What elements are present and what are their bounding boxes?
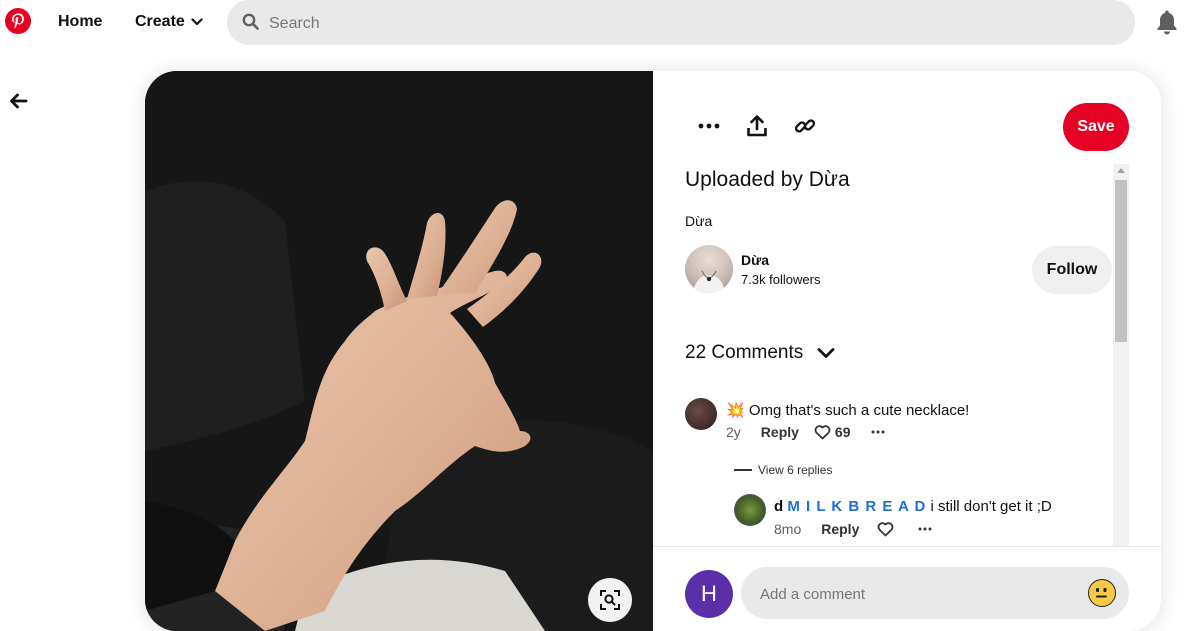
hand-photo-illustration	[145, 71, 653, 631]
scrollbar-thumb[interactable]	[1115, 180, 1127, 342]
search-icon	[242, 13, 259, 30]
view-replies-toggle[interactable]: View 6 replies	[734, 463, 832, 477]
creator-avatar[interactable]	[685, 245, 733, 293]
bell-icon[interactable]	[1155, 9, 1179, 35]
commenter-avatar[interactable]	[685, 398, 717, 430]
reply-text: d M I L K B R E A D i still don't get it…	[774, 498, 1052, 515]
comment-like-count: 69	[834, 424, 851, 440]
creator-followers: 7.3k followers	[741, 272, 821, 287]
comment-age: 2y	[726, 424, 741, 440]
reply-author-avatar[interactable]	[734, 494, 766, 526]
pin-image[interactable]	[145, 71, 653, 631]
pinterest-logo[interactable]	[5, 8, 31, 34]
link-icon	[794, 119, 816, 133]
pin-details-panel: Save Uploaded by Dừa Dừa Dừa 7.3k follow…	[653, 71, 1161, 631]
comment-text: 💥 Omg that's such a cute necklace!	[726, 401, 969, 419]
nav-create-menu[interactable]: Create	[135, 13, 203, 31]
heart-icon[interactable]	[814, 424, 831, 440]
comment-meta: 2y Reply 69	[726, 424, 885, 440]
reply-author-styled-name[interactable]: M I L K B R E A D	[787, 498, 926, 515]
more-options-button[interactable]	[694, 111, 724, 141]
nav-home-link[interactable]: Home	[58, 13, 102, 31]
ellipsis-icon[interactable]	[871, 430, 885, 434]
share-icon	[747, 115, 767, 137]
details-scrollbar[interactable]	[1113, 164, 1129, 546]
ellipsis-icon[interactable]	[918, 527, 932, 531]
reply-body: i still don't get it ;D	[930, 498, 1052, 515]
replies-divider-line	[734, 469, 752, 471]
visual-search-icon	[600, 590, 620, 610]
emoji-picker-button[interactable]	[1088, 579, 1116, 607]
reply-author-name[interactable]: d	[774, 498, 783, 515]
pinterest-p-icon	[12, 13, 24, 29]
copy-link-button[interactable]	[790, 111, 820, 141]
chevron-down-icon	[817, 348, 835, 358]
save-button[interactable]: Save	[1063, 103, 1129, 151]
current-user-avatar[interactable]: H	[685, 570, 733, 618]
pin-title: Uploaded by Dừa	[685, 168, 850, 191]
pin-closeup-card: Save Uploaded by Dừa Dừa Dừa 7.3k follow…	[145, 71, 1161, 631]
search-input[interactable]	[267, 0, 1111, 47]
comment-reply-button[interactable]: Reply	[761, 424, 799, 440]
creator-name[interactable]: Dừa	[741, 252, 769, 268]
comment-body: Omg that's such a cute necklace!	[748, 402, 970, 419]
creator-avatar-image	[693, 270, 725, 293]
explosion-emoji-icon: 💥	[726, 402, 745, 419]
comment-composer[interactable]	[741, 567, 1129, 621]
heart-icon[interactable]	[877, 521, 894, 537]
chevron-down-icon	[191, 18, 203, 26]
visual-search-button[interactable]	[588, 578, 632, 622]
top-nav-bar: Home Create	[0, 0, 1189, 47]
comments-count-label: 22 Comments	[685, 342, 804, 363]
comments-toggle[interactable]: 22 Comments	[685, 342, 835, 364]
pin-description: Dừa	[685, 213, 713, 229]
follow-button[interactable]: Follow	[1032, 246, 1112, 294]
back-arrow-icon[interactable]	[8, 91, 28, 111]
scroll-up-arrow-icon[interactable]	[1117, 168, 1125, 173]
share-button[interactable]	[742, 111, 772, 141]
reply-age: 8mo	[774, 521, 802, 537]
comment-composer-divider	[653, 546, 1161, 547]
reply-reply-button[interactable]: Reply	[821, 521, 859, 537]
search-bar[interactable]	[227, 0, 1135, 47]
view-replies-label: View 6 replies	[758, 463, 833, 477]
emoji-icon	[1096, 588, 1107, 598]
comment-input[interactable]	[758, 567, 1082, 621]
ellipsis-icon	[698, 123, 720, 129]
nav-create-label: Create	[135, 13, 185, 30]
reply-meta: 8mo Reply	[774, 521, 932, 537]
